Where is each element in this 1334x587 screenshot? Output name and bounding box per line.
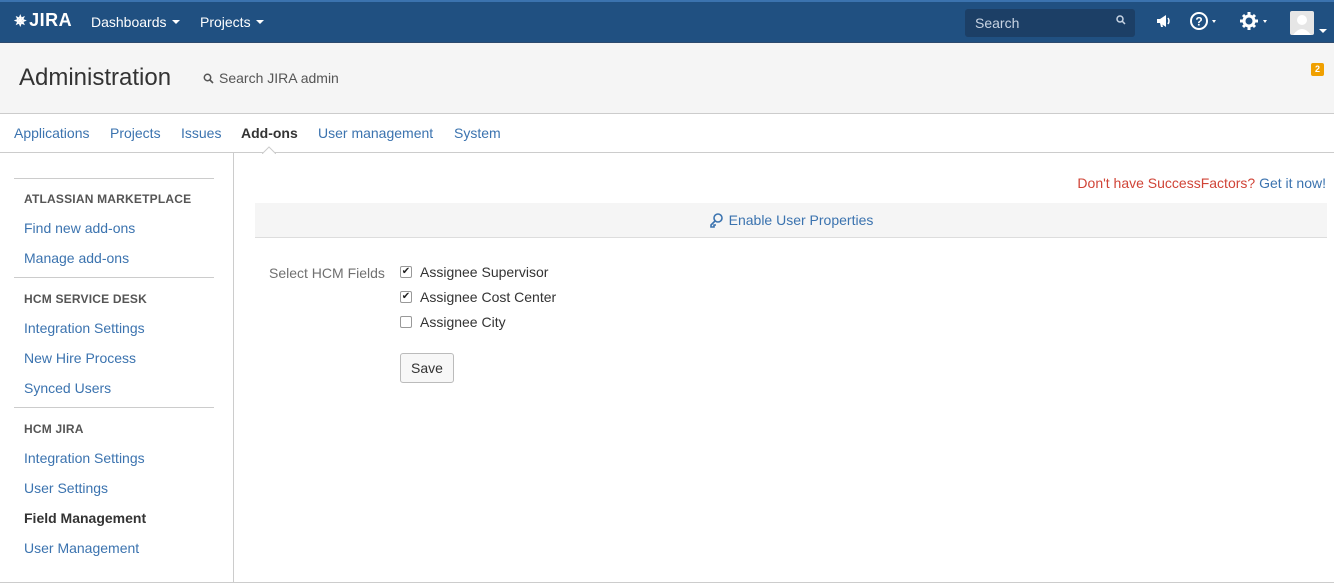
avatar-chevron-down-icon (1319, 21, 1327, 37)
sidebar-item-field-management[interactable]: Field Management (24, 510, 146, 526)
sidebar-divider (14, 407, 214, 408)
checkbox-row-assignee-city: Assignee City (400, 314, 506, 330)
select-hcm-fields-label: Select HCM Fields (269, 265, 385, 281)
tab-applications[interactable]: Applications (14, 125, 90, 141)
megaphone-icon[interactable] (1155, 11, 1173, 34)
nav-projects-label: Projects (200, 14, 251, 30)
search-icon (203, 73, 214, 84)
nav-dashboards[interactable]: Dashboards (91, 14, 180, 30)
footer-divider (0, 582, 1334, 583)
svg-text:?: ? (1195, 15, 1202, 29)
sidebar-heading-marketplace: ATLASSIAN MARKETPLACE (24, 192, 192, 206)
jira-logo[interactable]: ✵ JIRA (14, 10, 72, 31)
admin-header: Administration Search JIRA admin 2 (0, 43, 1334, 114)
search-icon (1116, 15, 1126, 25)
sidebar-divider (14, 178, 214, 179)
help-icon[interactable]: ? (1190, 11, 1220, 34)
search-input[interactable]: Search (965, 9, 1135, 37)
checkbox-label: Assignee City (420, 314, 506, 330)
sidebar-item-manage-add-ons[interactable]: Manage add-ons (24, 250, 129, 266)
sidebar-item-sd-integration-settings[interactable]: Integration Settings (24, 320, 145, 336)
tab-issues[interactable]: Issues (181, 125, 221, 141)
tab-user-management[interactable]: User management (318, 125, 433, 141)
promo-question: Don't have SuccessFactors? (1077, 175, 1256, 191)
avatar[interactable] (1290, 11, 1314, 35)
nav-projects[interactable]: Projects (200, 14, 264, 30)
notification-badge[interactable]: 2 (1311, 63, 1324, 76)
save-button[interactable]: Save (400, 353, 454, 383)
promo-message: Don't have SuccessFactors? Get it now! (1077, 175, 1326, 191)
checkbox-assignee-supervisor[interactable]: ✔ (400, 266, 412, 278)
search-placeholder: Search (975, 15, 1020, 31)
logo-text: JIRA (29, 10, 73, 30)
sidebar-item-jira-integration-settings[interactable]: Integration Settings (24, 450, 145, 466)
settings-icon[interactable] (1240, 11, 1272, 34)
active-tab-indicator (262, 146, 276, 154)
checkbox-row-assignee-cost-center: ✔ Assignee Cost Center (400, 289, 556, 305)
checkbox-row-assignee-supervisor: ✔ Assignee Supervisor (400, 264, 548, 280)
checkbox-label: Assignee Supervisor (420, 264, 549, 280)
tab-system[interactable]: System (454, 125, 501, 141)
sidebar-item-user-settings[interactable]: User Settings (24, 480, 108, 496)
sidebar-heading-hcm-jira: HCM JIRA (24, 422, 84, 436)
sidebar-divider (14, 277, 214, 278)
sidebar-heading-hcm-service-desk: HCM SERVICE DESK (24, 292, 148, 306)
sidebar-item-find-new-add-ons[interactable]: Find new add-ons (24, 220, 135, 236)
top-navigation-bar: ✵ JIRA Dashboards Projects Search ? (0, 0, 1334, 43)
tab-projects[interactable]: Projects (110, 125, 161, 141)
checkbox-label: Assignee Cost Center (420, 289, 557, 305)
enable-user-properties-label: Enable User Properties (728, 212, 874, 228)
user-properties-icon (709, 213, 723, 228)
avatar-icon (1293, 15, 1311, 35)
tab-add-ons[interactable]: Add-ons (241, 125, 298, 141)
admin-tabs: Applications Projects Issues Add-ons Use… (0, 114, 1334, 153)
chevron-down-icon (255, 20, 264, 25)
sidebar: ATLASSIAN MARKETPLACE Find new add-ons M… (0, 153, 234, 583)
sidebar-item-user-management[interactable]: User Management (24, 540, 139, 556)
admin-search-label: Search JIRA admin (219, 70, 339, 86)
atlassian-logo-icon: ✵ (14, 12, 28, 30)
sidebar-item-synced-users[interactable]: Synced Users (24, 380, 111, 396)
chevron-down-icon (171, 20, 180, 25)
nav-dashboards-label: Dashboards (91, 14, 167, 30)
checkbox-assignee-city[interactable] (400, 316, 412, 328)
enable-user-properties-button[interactable]: Enable User Properties (255, 203, 1327, 238)
page-title: Administration (19, 64, 172, 91)
sidebar-item-new-hire-process[interactable]: New Hire Process (24, 350, 136, 366)
promo-get-it-now-link[interactable]: Get it now! (1259, 175, 1326, 191)
admin-search-link[interactable]: Search JIRA admin (203, 70, 339, 86)
checkbox-assignee-cost-center[interactable]: ✔ (400, 291, 412, 303)
